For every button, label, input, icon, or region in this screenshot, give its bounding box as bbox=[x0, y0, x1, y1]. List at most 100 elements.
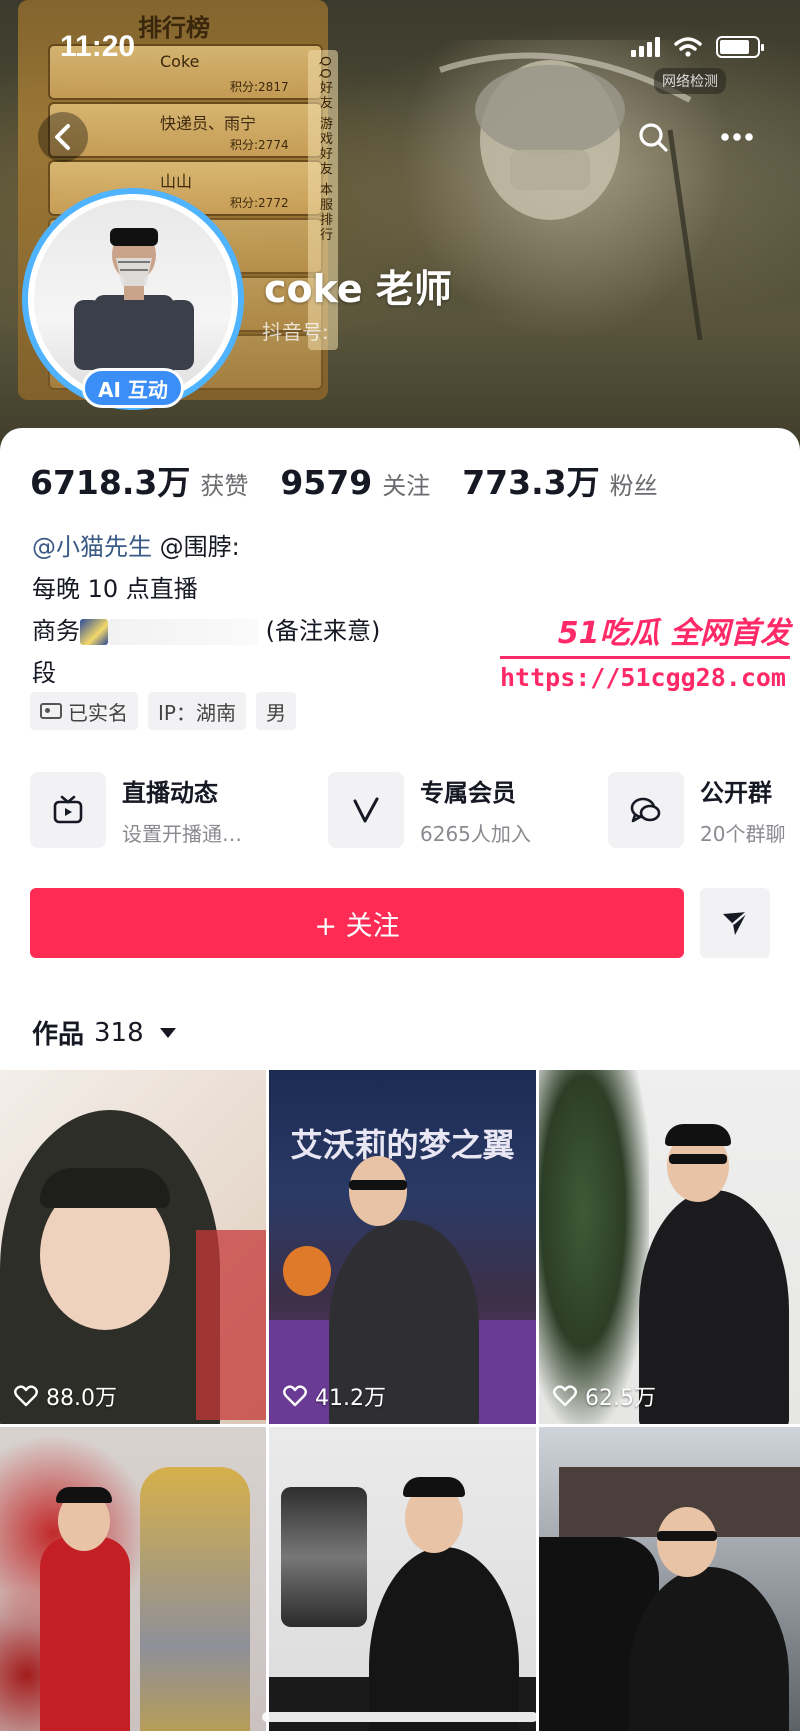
stat-followers[interactable]: 773.3万 粉丝 bbox=[462, 456, 657, 504]
profile-tags: 已实名 IP：湖南 男 bbox=[30, 692, 296, 730]
rank-score: 积分:2772 bbox=[230, 196, 289, 210]
profile-stats: 6718.3万 获赞 9579 关注 773.3万 粉丝 bbox=[30, 456, 690, 504]
feature-subtitle: 设置开播通… bbox=[122, 822, 242, 846]
feature-entries: 直播动态 设置开播通… 专属会员 6265人加入 公开群 20个群聊 bbox=[30, 770, 800, 850]
profile-bio: @小猫先生 @围脖: 每晚 10 点直播 商务 (备注来意) 段 bbox=[32, 526, 380, 694]
search-button[interactable] bbox=[628, 112, 678, 162]
rank-name: 山山 bbox=[160, 172, 193, 191]
video-thumbnail[interactable] bbox=[539, 1427, 800, 1731]
chat-icon bbox=[608, 772, 684, 848]
hair bbox=[40, 1168, 170, 1208]
skull-bag bbox=[281, 1487, 367, 1627]
stat-label: 粉丝 bbox=[609, 472, 658, 500]
video-thumbnail[interactable]: 88.0万 bbox=[0, 1070, 266, 1424]
redacted-contact bbox=[108, 619, 258, 645]
wifi-icon bbox=[674, 37, 702, 57]
status-icons bbox=[631, 36, 764, 58]
hair bbox=[56, 1487, 112, 1503]
rank-score: 积分:2774 bbox=[230, 138, 289, 152]
home-indicator bbox=[262, 1712, 538, 1722]
works-label: 作品 bbox=[32, 1020, 85, 1050]
tag-verified[interactable]: 已实名 bbox=[30, 692, 138, 730]
like-count: 88.0万 bbox=[14, 1380, 117, 1412]
bio-line: 段 bbox=[32, 659, 56, 687]
works-tab[interactable]: 作品 318 bbox=[32, 1014, 176, 1051]
hair bbox=[403, 1477, 465, 1497]
rank-name: 快递员、雨宁 bbox=[160, 114, 257, 133]
stat-number: 9579 bbox=[280, 463, 373, 502]
feature-group-chat[interactable]: 公开群 20个群聊 bbox=[608, 770, 785, 850]
mention-link[interactable]: @小猫先生 bbox=[32, 533, 152, 561]
works-grid: 88.0万 艾沃莉的梦之翼 41.2万 62.5万 bbox=[0, 1070, 800, 1731]
feature-title: 直播动态 bbox=[122, 779, 218, 807]
stat-number: 773.3万 bbox=[462, 463, 600, 502]
watermark: 51吃瓜 全网首发 https://51cgg28.com bbox=[500, 608, 800, 692]
profile-card: 6718.3万 获赞 9579 关注 773.3万 粉丝 @小猫先生 @围脖: … bbox=[0, 428, 800, 1731]
share-button[interactable] bbox=[700, 888, 770, 958]
video-thumbnail[interactable] bbox=[0, 1427, 266, 1731]
poster-caption: 艾沃莉的梦之翼 bbox=[290, 1126, 515, 1164]
face bbox=[349, 1156, 407, 1226]
person bbox=[40, 1537, 130, 1731]
caret-down-icon bbox=[159, 1027, 176, 1038]
bio-line: 每晚 10 点直播 bbox=[32, 575, 198, 603]
send-icon bbox=[723, 911, 748, 935]
feature-title: 专属会员 bbox=[420, 779, 516, 807]
tag-label: IP：湖南 bbox=[158, 700, 236, 725]
stat-following[interactable]: 9579 关注 bbox=[280, 463, 430, 502]
feature-title: 公开群 bbox=[700, 779, 772, 807]
like-count: 62.5万 bbox=[553, 1380, 656, 1412]
tag-label: 已实名 bbox=[68, 700, 128, 725]
more-button[interactable] bbox=[712, 112, 762, 162]
person bbox=[639, 1190, 789, 1424]
sunglasses bbox=[349, 1180, 407, 1190]
more-dots-icon bbox=[721, 133, 753, 141]
chevron-left-icon bbox=[55, 124, 70, 150]
ai-interact-badge[interactable]: AI 互动 bbox=[82, 368, 184, 408]
bio-line: @小猫先生 @围脖: bbox=[32, 526, 380, 568]
person bbox=[369, 1547, 519, 1731]
stat-label: 获赞 bbox=[200, 472, 249, 500]
signal-icon bbox=[631, 37, 660, 57]
follow-button[interactable]: + 关注 bbox=[30, 888, 684, 958]
status-bar: 11:20 bbox=[0, 0, 800, 90]
video-thumbnail[interactable]: 62.5万 bbox=[539, 1070, 800, 1424]
stat-number: 6718.3万 bbox=[30, 463, 191, 502]
sunglasses bbox=[657, 1531, 717, 1541]
like-count-text: 88.0万 bbox=[46, 1386, 117, 1411]
bio-text: (备注来意) bbox=[265, 617, 381, 645]
heart-icon bbox=[14, 1385, 38, 1407]
profile-nickname: coke 老师 bbox=[264, 267, 452, 311]
tag-ip-location: IP：湖南 bbox=[148, 692, 246, 730]
watermark-divider bbox=[500, 656, 790, 659]
business-icon bbox=[80, 619, 108, 645]
stat-label: 关注 bbox=[382, 472, 431, 500]
tag-label: 男 bbox=[265, 700, 286, 725]
feature-live[interactable]: 直播动态 设置开播通… bbox=[30, 770, 242, 850]
search-icon bbox=[639, 123, 668, 152]
bio-text: 商务 bbox=[32, 617, 80, 645]
id-card-icon bbox=[40, 703, 62, 719]
watermark-url: https://51cgg28.com bbox=[500, 663, 786, 692]
background-prop bbox=[196, 1230, 266, 1420]
battery-icon bbox=[716, 36, 764, 58]
works-count: 318 bbox=[94, 1017, 144, 1048]
back-button[interactable] bbox=[38, 112, 88, 162]
like-count-text: 62.5万 bbox=[585, 1386, 656, 1411]
rank-row: 快递员、雨宁 积分:2774 bbox=[48, 102, 323, 158]
heart-icon bbox=[553, 1385, 577, 1407]
stat-likes[interactable]: 6718.3万 获赞 bbox=[30, 456, 248, 504]
feature-membership[interactable]: 专属会员 6265人加入 bbox=[328, 770, 531, 850]
face bbox=[657, 1507, 717, 1577]
heart-icon bbox=[283, 1385, 307, 1407]
douyin-id: 抖音号: bbox=[262, 320, 329, 344]
status-time: 11:20 bbox=[60, 30, 136, 63]
video-thumbnail[interactable] bbox=[269, 1427, 536, 1731]
like-count-text: 41.2万 bbox=[315, 1386, 386, 1411]
watermark-title: 51吃瓜 全网首发 bbox=[557, 616, 790, 651]
like-count: 41.2万 bbox=[283, 1380, 386, 1412]
plant bbox=[539, 1070, 649, 1424]
tag-gender: 男 bbox=[255, 692, 296, 730]
video-thumbnail[interactable]: 艾沃莉的梦之翼 41.2万 bbox=[269, 1070, 536, 1424]
armor-statue bbox=[140, 1467, 250, 1731]
